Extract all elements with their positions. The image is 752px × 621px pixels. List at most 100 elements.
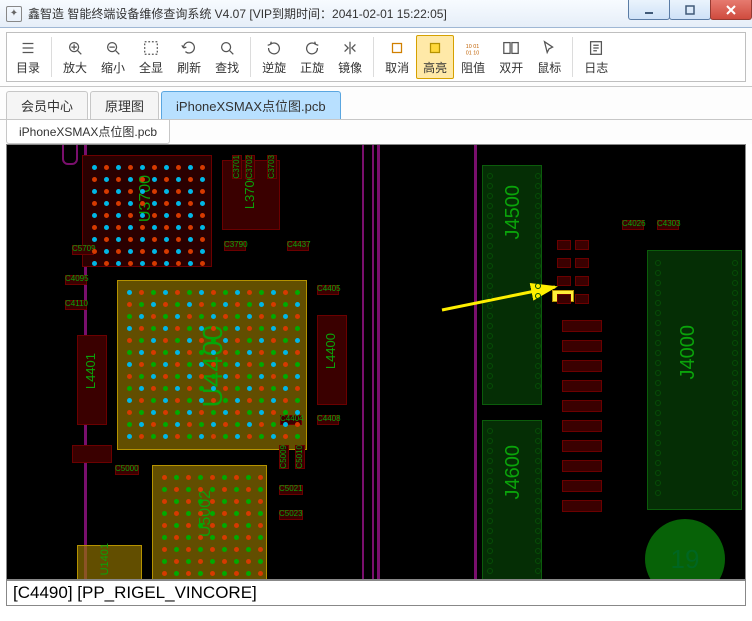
mirror-icon (340, 38, 360, 58)
bga-pad (211, 386, 216, 391)
bga-pad (92, 225, 97, 230)
zoom-in-button[interactable]: 放大 (56, 35, 94, 79)
toolbar-container: 目录 放大 缩小 全显 刷新 查找 逆旋 正旋 镜像 取消 高亮 10 0101… (0, 28, 752, 87)
connector-pin (535, 203, 541, 209)
cancel-button[interactable]: 取消 (378, 35, 416, 79)
small-component[interactable] (562, 340, 602, 352)
bga-pad (186, 571, 191, 576)
small-component[interactable] (562, 400, 602, 412)
small-component[interactable] (557, 276, 571, 286)
bga-pad (175, 350, 180, 355)
bga-pad (247, 338, 252, 343)
resist-button[interactable]: 10 0101 10阻值 (454, 35, 492, 79)
small-component[interactable] (562, 460, 602, 472)
connector-pin (655, 270, 661, 276)
bga-pad (140, 165, 145, 170)
bga-pad (175, 422, 180, 427)
bga-pad (198, 475, 203, 480)
tab-schematic[interactable]: 原理图 (90, 91, 159, 119)
catalog-button[interactable]: 目录 (9, 35, 47, 79)
mouse-button[interactable]: 鼠标 (530, 35, 568, 79)
small-component[interactable] (562, 380, 602, 392)
pcb-trace (377, 144, 477, 580)
rotate-cw-label: 正旋 (300, 59, 324, 76)
bga-pad (116, 249, 121, 254)
small-component[interactable] (557, 294, 571, 304)
bga-pad (186, 523, 191, 528)
rotate-ccw-label: 逆旋 (262, 59, 286, 76)
bga-pad (223, 338, 228, 343)
bga-pad (234, 559, 239, 564)
bga-pad (283, 314, 288, 319)
bga-pad (139, 434, 144, 439)
log-button[interactable]: 日志 (577, 35, 615, 79)
tab-member[interactable]: 会员中心 (6, 91, 88, 119)
fit-button[interactable]: 全显 (132, 35, 170, 79)
bga-pad (162, 499, 167, 504)
zoom-in-icon (65, 38, 85, 58)
bga-pad (198, 499, 203, 504)
small-component[interactable] (562, 320, 602, 332)
bga-pad (295, 314, 300, 319)
connector-pin (487, 323, 493, 329)
small-component[interactable] (575, 294, 589, 304)
connector-pin (535, 468, 541, 474)
bga-pad (187, 290, 192, 295)
search-button[interactable]: 查找 (208, 35, 246, 79)
small-component[interactable] (562, 500, 602, 512)
bga-pad (139, 350, 144, 355)
list-icon (18, 38, 38, 58)
bga-pad (187, 410, 192, 415)
bga-pad (211, 302, 216, 307)
bga-pad (235, 434, 240, 439)
bga-pad (151, 290, 156, 295)
bga-pad (211, 350, 216, 355)
rotate-ccw-button[interactable]: 逆旋 (255, 35, 293, 79)
small-component[interactable] (562, 360, 602, 372)
bga-pad (271, 314, 276, 319)
small-component[interactable] (562, 440, 602, 452)
bga-pad (246, 487, 251, 492)
bga-pad (223, 434, 228, 439)
small-component[interactable] (575, 258, 589, 268)
small-component[interactable] (575, 240, 589, 250)
refresh-button[interactable]: 刷新 (170, 35, 208, 79)
bga-pad (174, 535, 179, 540)
highlight-button[interactable]: 高亮 (416, 35, 454, 79)
bga-pad (222, 499, 227, 504)
bga-pad (246, 511, 251, 516)
zoom-out-button[interactable]: 缩小 (94, 35, 132, 79)
bga-pad (164, 201, 169, 206)
doc-tab-0[interactable]: iPhoneXSMAX点位图.pcb (6, 120, 170, 144)
connector-pin (732, 280, 738, 286)
small-component[interactable] (557, 240, 571, 250)
bga-pad (188, 237, 193, 242)
close-button[interactable] (710, 0, 752, 20)
bga-pad (104, 249, 109, 254)
minimize-button[interactable] (628, 0, 670, 20)
rotate-cw-button[interactable]: 正旋 (293, 35, 331, 79)
small-component[interactable] (557, 258, 571, 268)
tab-pcb[interactable]: iPhoneXSMAX点位图.pcb (161, 91, 341, 119)
small-component[interactable] (562, 480, 602, 492)
connector-pin (655, 370, 661, 376)
small-component[interactable] (575, 276, 589, 286)
component-J4000[interactable] (647, 250, 742, 510)
mirror-button[interactable]: 镜像 (331, 35, 369, 79)
pcb-canvas[interactable]: U4400 U3700 U5002 U1401 L3700 L4400 L440… (6, 144, 746, 580)
maximize-button[interactable] (669, 0, 711, 20)
bga-pad (140, 249, 145, 254)
bga-pad (259, 338, 264, 343)
search-icon (217, 38, 237, 58)
bga-pad (104, 237, 109, 242)
highlight-icon (425, 38, 445, 58)
dual-button[interactable]: 双开 (492, 35, 530, 79)
bga-pad (259, 290, 264, 295)
bga-pad (174, 487, 179, 492)
small-component[interactable] (562, 420, 602, 432)
label-C5021: C5021 (279, 484, 303, 493)
connector-pin (732, 460, 738, 466)
bga-pad (199, 314, 204, 319)
bga-pad (222, 487, 227, 492)
component-FL3725[interactable] (72, 445, 112, 463)
